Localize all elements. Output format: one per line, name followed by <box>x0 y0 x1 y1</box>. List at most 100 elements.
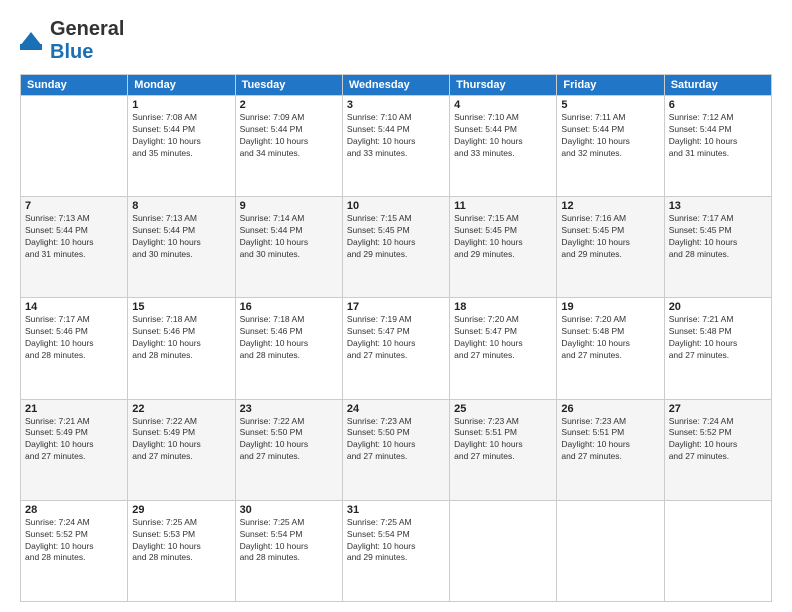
day-cell: 25Sunrise: 7:23 AM Sunset: 5:51 PM Dayli… <box>450 399 557 500</box>
day-cell: 6Sunrise: 7:12 AM Sunset: 5:44 PM Daylig… <box>664 96 771 197</box>
col-header-saturday: Saturday <box>664 75 771 96</box>
day-number: 9 <box>240 200 338 212</box>
day-cell <box>557 500 664 601</box>
day-info: Sunrise: 7:22 AM Sunset: 5:50 PM Dayligh… <box>240 416 338 464</box>
day-number: 31 <box>347 504 445 516</box>
day-info: Sunrise: 7:12 AM Sunset: 5:44 PM Dayligh… <box>669 112 767 160</box>
logo-general: General <box>50 18 124 40</box>
day-info: Sunrise: 7:25 AM Sunset: 5:54 PM Dayligh… <box>240 517 338 565</box>
day-number: 27 <box>669 403 767 415</box>
day-number: 25 <box>454 403 552 415</box>
day-cell: 3Sunrise: 7:10 AM Sunset: 5:44 PM Daylig… <box>342 96 449 197</box>
week-row-3: 21Sunrise: 7:21 AM Sunset: 5:49 PM Dayli… <box>21 399 772 500</box>
day-info: Sunrise: 7:22 AM Sunset: 5:49 PM Dayligh… <box>132 416 230 464</box>
day-info: Sunrise: 7:13 AM Sunset: 5:44 PM Dayligh… <box>132 213 230 261</box>
day-number: 28 <box>25 504 123 516</box>
col-header-friday: Friday <box>557 75 664 96</box>
day-info: Sunrise: 7:10 AM Sunset: 5:44 PM Dayligh… <box>454 112 552 160</box>
week-row-2: 14Sunrise: 7:17 AM Sunset: 5:46 PM Dayli… <box>21 298 772 399</box>
day-info: Sunrise: 7:15 AM Sunset: 5:45 PM Dayligh… <box>454 213 552 261</box>
day-cell: 18Sunrise: 7:20 AM Sunset: 5:47 PM Dayli… <box>450 298 557 399</box>
day-info: Sunrise: 7:21 AM Sunset: 5:49 PM Dayligh… <box>25 416 123 464</box>
day-number: 4 <box>454 99 552 111</box>
day-number: 7 <box>25 200 123 212</box>
day-info: Sunrise: 7:23 AM Sunset: 5:51 PM Dayligh… <box>561 416 659 464</box>
day-number: 23 <box>240 403 338 415</box>
day-info: Sunrise: 7:21 AM Sunset: 5:48 PM Dayligh… <box>669 314 767 362</box>
day-cell: 17Sunrise: 7:19 AM Sunset: 5:47 PM Dayli… <box>342 298 449 399</box>
day-cell: 12Sunrise: 7:16 AM Sunset: 5:45 PM Dayli… <box>557 197 664 298</box>
day-number: 21 <box>25 403 123 415</box>
page: General Blue SundayMondayTuesdayWednesda… <box>0 0 792 612</box>
calendar: SundayMondayTuesdayWednesdayThursdayFrid… <box>20 74 772 602</box>
day-cell <box>664 500 771 601</box>
day-info: Sunrise: 7:24 AM Sunset: 5:52 PM Dayligh… <box>669 416 767 464</box>
day-number: 26 <box>561 403 659 415</box>
day-cell: 9Sunrise: 7:14 AM Sunset: 5:44 PM Daylig… <box>235 197 342 298</box>
header: General Blue <box>20 18 772 64</box>
col-header-sunday: Sunday <box>21 75 128 96</box>
day-cell: 14Sunrise: 7:17 AM Sunset: 5:46 PM Dayli… <box>21 298 128 399</box>
day-number: 15 <box>132 301 230 313</box>
day-cell: 2Sunrise: 7:09 AM Sunset: 5:44 PM Daylig… <box>235 96 342 197</box>
day-number: 8 <box>132 200 230 212</box>
day-number: 30 <box>240 504 338 516</box>
day-info: Sunrise: 7:17 AM Sunset: 5:46 PM Dayligh… <box>25 314 123 362</box>
day-info: Sunrise: 7:23 AM Sunset: 5:51 PM Dayligh… <box>454 416 552 464</box>
day-cell: 29Sunrise: 7:25 AM Sunset: 5:53 PM Dayli… <box>128 500 235 601</box>
day-cell: 27Sunrise: 7:24 AM Sunset: 5:52 PM Dayli… <box>664 399 771 500</box>
day-cell: 11Sunrise: 7:15 AM Sunset: 5:45 PM Dayli… <box>450 197 557 298</box>
day-cell <box>21 96 128 197</box>
day-info: Sunrise: 7:08 AM Sunset: 5:44 PM Dayligh… <box>132 112 230 160</box>
day-cell: 22Sunrise: 7:22 AM Sunset: 5:49 PM Dayli… <box>128 399 235 500</box>
day-cell: 5Sunrise: 7:11 AM Sunset: 5:44 PM Daylig… <box>557 96 664 197</box>
day-cell: 4Sunrise: 7:10 AM Sunset: 5:44 PM Daylig… <box>450 96 557 197</box>
day-number: 3 <box>347 99 445 111</box>
day-info: Sunrise: 7:18 AM Sunset: 5:46 PM Dayligh… <box>132 314 230 362</box>
day-info: Sunrise: 7:17 AM Sunset: 5:45 PM Dayligh… <box>669 213 767 261</box>
day-number: 6 <box>669 99 767 111</box>
day-number: 1 <box>132 99 230 111</box>
day-cell: 19Sunrise: 7:20 AM Sunset: 5:48 PM Dayli… <box>557 298 664 399</box>
day-cell: 30Sunrise: 7:25 AM Sunset: 5:54 PM Dayli… <box>235 500 342 601</box>
day-number: 19 <box>561 301 659 313</box>
col-header-tuesday: Tuesday <box>235 75 342 96</box>
day-cell: 8Sunrise: 7:13 AM Sunset: 5:44 PM Daylig… <box>128 197 235 298</box>
day-info: Sunrise: 7:23 AM Sunset: 5:50 PM Dayligh… <box>347 416 445 464</box>
day-info: Sunrise: 7:15 AM Sunset: 5:45 PM Dayligh… <box>347 213 445 261</box>
day-number: 10 <box>347 200 445 212</box>
day-cell: 10Sunrise: 7:15 AM Sunset: 5:45 PM Dayli… <box>342 197 449 298</box>
col-header-monday: Monday <box>128 75 235 96</box>
day-cell: 21Sunrise: 7:21 AM Sunset: 5:49 PM Dayli… <box>21 399 128 500</box>
week-row-1: 7Sunrise: 7:13 AM Sunset: 5:44 PM Daylig… <box>21 197 772 298</box>
day-number: 11 <box>454 200 552 212</box>
day-info: Sunrise: 7:18 AM Sunset: 5:46 PM Dayligh… <box>240 314 338 362</box>
day-number: 24 <box>347 403 445 415</box>
day-info: Sunrise: 7:25 AM Sunset: 5:54 PM Dayligh… <box>347 517 445 565</box>
day-cell: 7Sunrise: 7:13 AM Sunset: 5:44 PM Daylig… <box>21 197 128 298</box>
day-cell: 31Sunrise: 7:25 AM Sunset: 5:54 PM Dayli… <box>342 500 449 601</box>
day-info: Sunrise: 7:14 AM Sunset: 5:44 PM Dayligh… <box>240 213 338 261</box>
day-info: Sunrise: 7:20 AM Sunset: 5:47 PM Dayligh… <box>454 314 552 362</box>
day-cell: 24Sunrise: 7:23 AM Sunset: 5:50 PM Dayli… <box>342 399 449 500</box>
day-cell: 13Sunrise: 7:17 AM Sunset: 5:45 PM Dayli… <box>664 197 771 298</box>
day-number: 16 <box>240 301 338 313</box>
day-number: 13 <box>669 200 767 212</box>
col-header-thursday: Thursday <box>450 75 557 96</box>
day-cell <box>450 500 557 601</box>
day-cell: 20Sunrise: 7:21 AM Sunset: 5:48 PM Dayli… <box>664 298 771 399</box>
day-info: Sunrise: 7:13 AM Sunset: 5:44 PM Dayligh… <box>25 213 123 261</box>
day-info: Sunrise: 7:25 AM Sunset: 5:53 PM Dayligh… <box>132 517 230 565</box>
day-cell: 28Sunrise: 7:24 AM Sunset: 5:52 PM Dayli… <box>21 500 128 601</box>
day-number: 20 <box>669 301 767 313</box>
day-number: 29 <box>132 504 230 516</box>
day-info: Sunrise: 7:11 AM Sunset: 5:44 PM Dayligh… <box>561 112 659 160</box>
day-number: 17 <box>347 301 445 313</box>
day-number: 12 <box>561 200 659 212</box>
day-number: 18 <box>454 301 552 313</box>
logo: General Blue <box>20 18 124 64</box>
day-number: 14 <box>25 301 123 313</box>
day-number: 2 <box>240 99 338 111</box>
day-cell: 1Sunrise: 7:08 AM Sunset: 5:44 PM Daylig… <box>128 96 235 197</box>
day-info: Sunrise: 7:20 AM Sunset: 5:48 PM Dayligh… <box>561 314 659 362</box>
